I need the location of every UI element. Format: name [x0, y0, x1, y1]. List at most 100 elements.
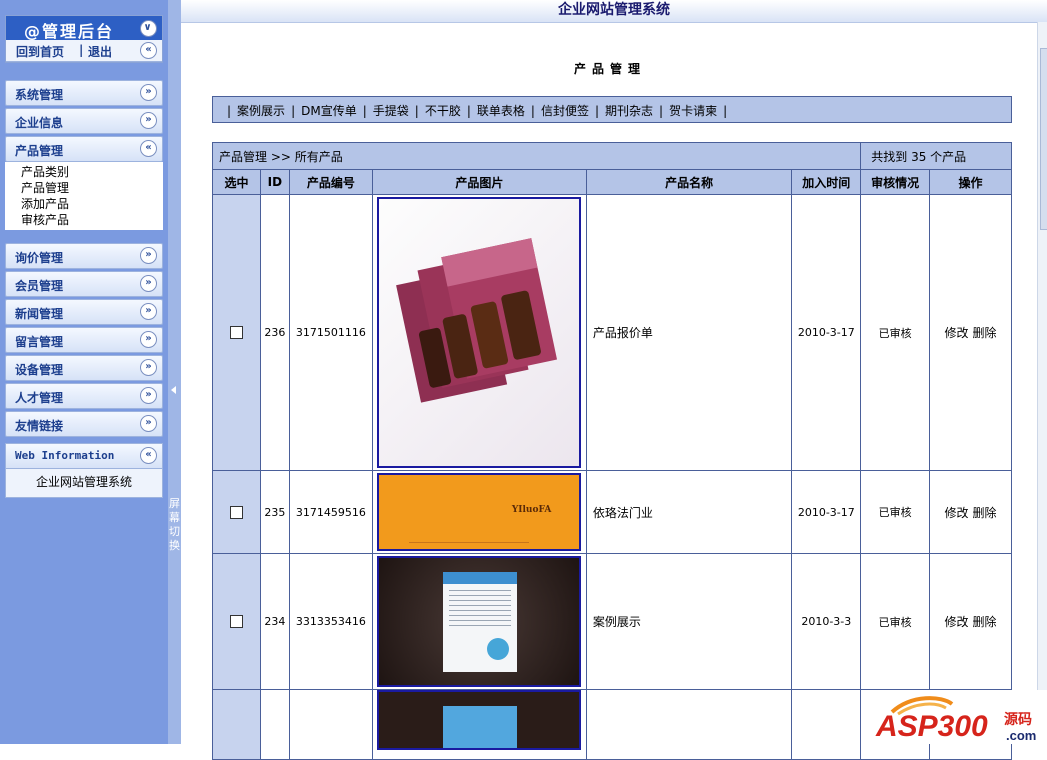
category-link[interactable]: 案例展示: [237, 104, 285, 118]
menu-label: 产品管理: [15, 144, 64, 158]
chevron-down-icon[interactable]: »: [140, 415, 157, 432]
edit-link[interactable]: 修改: [945, 615, 969, 629]
menu-system[interactable]: 系统管理 »: [5, 80, 163, 106]
menu-friend-links[interactable]: 友情链接 »: [5, 411, 163, 437]
submenu-item-add-product[interactable]: 添加产品: [21, 196, 163, 212]
category-separator: |: [723, 104, 728, 118]
result-count: 共找到 35 个产品: [860, 142, 1012, 170]
logo-brand: ASP300: [875, 710, 988, 743]
row-select-cell: [212, 689, 261, 760]
col-status: 审核情况: [860, 169, 931, 195]
edit-link[interactable]: 修改: [945, 326, 969, 340]
chevron-down-icon[interactable]: »: [140, 387, 157, 404]
submenu-item-review[interactable]: 审核产品: [21, 212, 163, 228]
row-id: [259, 689, 290, 760]
category-link[interactable]: 期刊杂志: [605, 104, 653, 118]
home-link[interactable]: 回到首页: [16, 43, 64, 60]
web-info-header: Web Information «: [5, 443, 163, 469]
row-code: 3171501116: [288, 194, 373, 471]
row-select-cell: [212, 553, 261, 690]
row-name: [585, 689, 793, 760]
chevron-down-icon[interactable]: »: [140, 303, 157, 320]
menu-label: 友情链接: [15, 419, 64, 433]
chevron-down-icon[interactable]: »: [140, 84, 157, 101]
menu-inquiry[interactable]: 询价管理 »: [5, 243, 163, 269]
arrow-left-icon[interactable]: [171, 386, 176, 394]
category-separator: |: [659, 104, 664, 118]
admin-header: @管理后台 ∨: [6, 16, 162, 41]
menu-messages[interactable]: 留言管理 »: [5, 327, 163, 353]
category-link[interactable]: DM宣传单: [301, 104, 357, 118]
chevron-left-icon[interactable]: «: [140, 447, 157, 464]
collapse-icon[interactable]: ∨: [140, 20, 157, 37]
chevron-left-icon[interactable]: «: [140, 42, 157, 59]
category-link[interactable]: 不干胶: [425, 104, 461, 118]
logo-suffix: 源码: [1004, 711, 1032, 728]
row-name: 产品报价单: [585, 194, 793, 471]
category-link[interactable]: 手提袋: [373, 104, 409, 118]
page-title: 产品管理: [573, 62, 646, 76]
flyer-sheet: [443, 706, 518, 748]
app-header: 企业网站管理系统: [181, 0, 1047, 23]
sidebar: @管理后台 ∨ 回到首页 | 退出 « 系统管理 » 企业信息 » 产品管理 «…: [0, 0, 168, 744]
category-separator: |: [530, 104, 535, 118]
row-date: 2010-3-17: [791, 470, 862, 554]
logo-domain: .com: [1006, 728, 1036, 743]
menu-label: 会员管理: [15, 279, 64, 293]
delete-link[interactable]: 删除: [973, 615, 997, 629]
vertical-scrollbar[interactable]: [1037, 22, 1047, 744]
category-link[interactable]: 信封便签: [541, 104, 589, 118]
table-row: 235 3171459516 YIluoFA 依珞法门业 2010-3-17 已…: [212, 470, 1012, 554]
chevron-down-icon[interactable]: »: [140, 112, 157, 129]
row-checkbox[interactable]: [229, 326, 243, 340]
row-date: 2010-3-17: [791, 194, 862, 471]
category-list: | 案例展示 | DM宣传单 | 手提袋 | 不干胶 | 联单表格 | 信封便签 | 期刊杂志 | 贺卡请柬 |: [221, 102, 733, 119]
row-image-cell: [371, 689, 587, 760]
category-link[interactable]: 贺卡请柬: [669, 104, 717, 118]
logout-link[interactable]: 退出: [88, 43, 112, 60]
product-image[interactable]: [377, 197, 582, 468]
menu-list-2: 询价管理 » 会员管理 » 新闻管理 » 留言管理 » 设备管理 » 人才管理 » 友情链接…: [5, 243, 163, 437]
product-image[interactable]: [377, 690, 582, 750]
chevron-down-icon[interactable]: »: [140, 359, 157, 376]
app-title: 企业网站管理系统: [558, 2, 670, 18]
product-image[interactable]: YIluoFA: [377, 473, 582, 551]
menu-news[interactable]: 新闻管理 »: [5, 299, 163, 325]
product-image[interactable]: [377, 556, 582, 687]
menu-members[interactable]: 会员管理 »: [5, 271, 163, 297]
col-code: 产品编号: [288, 169, 373, 195]
chevron-down-icon[interactable]: »: [140, 247, 157, 264]
col-select: 选中: [212, 169, 261, 195]
menu-equipment[interactable]: 设备管理 »: [5, 355, 163, 381]
chevron-down-icon[interactable]: »: [140, 275, 157, 292]
delete-link[interactable]: 删除: [973, 326, 997, 340]
menu-products[interactable]: 产品管理 «: [5, 136, 163, 162]
menu-company-info[interactable]: 企业信息 »: [5, 108, 163, 134]
row-checkbox[interactable]: [229, 505, 243, 519]
row-status: 已审核: [860, 553, 931, 690]
menu-talent[interactable]: 人才管理 »: [5, 383, 163, 409]
col-id: ID: [259, 169, 290, 195]
scrollbar-thumb[interactable]: [1040, 48, 1047, 230]
product-image-text: YIluoFA: [511, 505, 552, 515]
row-actions: 修改 删除: [929, 194, 1012, 471]
row-checkbox[interactable]: [229, 615, 243, 629]
submenu-item-products[interactable]: 产品管理: [21, 180, 163, 196]
web-info-panel: Web Information « 企业网站管理系统: [5, 443, 163, 498]
asp300-logo: ASP300 源码 .com: [872, 690, 1047, 744]
category-link[interactable]: 联单表格: [477, 104, 525, 118]
menu-label: 人才管理: [15, 391, 64, 405]
menu-label: 系统管理: [15, 88, 64, 102]
submenu-item-categories[interactable]: 产品类别: [21, 164, 163, 180]
chevron-down-icon[interactable]: »: [140, 331, 157, 348]
category-separator: |: [594, 104, 600, 118]
screen-toggle-bar[interactable]: 屏幕切换: [168, 0, 181, 744]
delete-link[interactable]: 删除: [973, 506, 997, 520]
col-date: 加入时间: [791, 169, 862, 195]
row-id: 235: [259, 470, 290, 554]
flyer-text: [449, 590, 512, 630]
chevron-up-icon[interactable]: «: [140, 140, 157, 157]
category-separator: |: [414, 104, 419, 118]
row-image-cell: YIluoFA: [371, 470, 587, 554]
edit-link[interactable]: 修改: [945, 506, 969, 520]
